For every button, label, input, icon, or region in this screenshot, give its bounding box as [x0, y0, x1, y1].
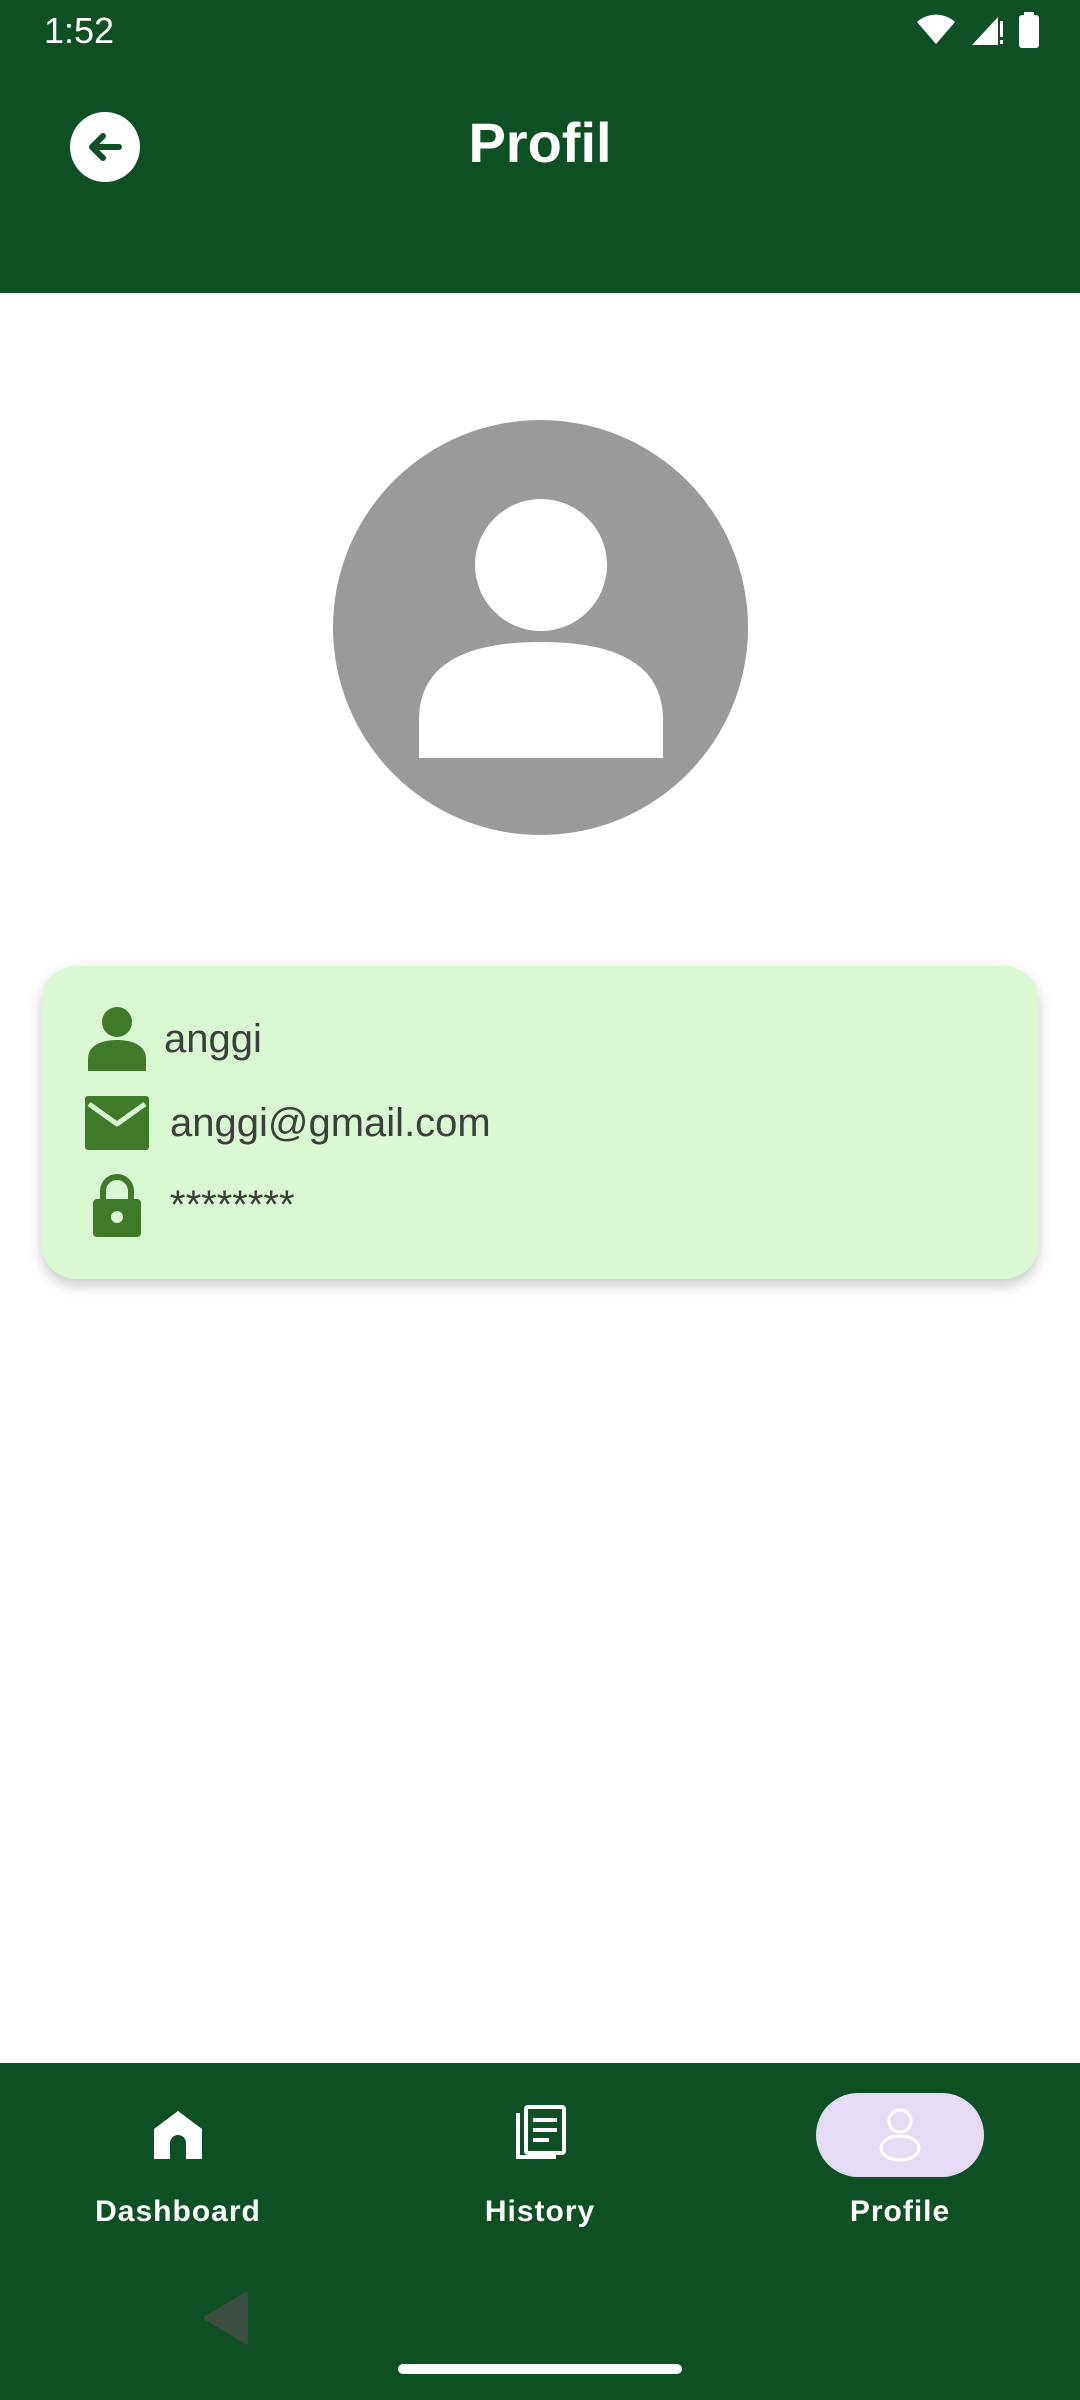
- avatar[interactable]: [333, 420, 748, 835]
- profile-icon: [879, 2108, 921, 2162]
- nav-active-indicator: [816, 2093, 984, 2177]
- battery-icon: [1019, 12, 1039, 48]
- home-icon: [154, 2111, 202, 2159]
- email-text: anggi@gmail.com: [170, 1100, 491, 1145]
- system-home-handle[interactable]: [398, 2364, 682, 2374]
- lock-icon: [93, 1174, 141, 1237]
- password-text: ********: [170, 1182, 295, 1227]
- status-time: 1:52: [44, 10, 115, 51]
- app-header: 1:52 Profil: [0, 0, 1080, 293]
- nav-dashboard-label: Dashboard: [95, 2195, 261, 2228]
- profile-screen: 1:52 Profil anggi anggi@gmail.com ******…: [0, 0, 1080, 2400]
- nav-dashboard[interactable]: Dashboard: [28, 2093, 328, 2229]
- profile-info-card: anggi anggi@gmail.com ********: [42, 966, 1038, 1279]
- username-row: anggi: [82, 1004, 262, 1074]
- nav-history-label: History: [484, 2195, 596, 2228]
- history-icon: [516, 2105, 566, 2159]
- password-row: ********: [82, 1170, 295, 1240]
- nav-history[interactable]: History: [390, 2093, 690, 2229]
- nav-profile[interactable]: Profile: [750, 2093, 1050, 2229]
- page-title: Profil: [468, 111, 612, 174]
- wifi-icon: [917, 14, 955, 44]
- bottom-navigation: Dashboard History Profile: [0, 2063, 1080, 2400]
- person-icon: [88, 1007, 146, 1071]
- system-back-icon[interactable]: [200, 2290, 250, 2346]
- mail-icon: [85, 1096, 149, 1150]
- username-text: anggi: [164, 1016, 262, 1061]
- status-icons: [916, 12, 1040, 48]
- email-row: anggi@gmail.com: [82, 1088, 491, 1158]
- signal-icon: [972, 17, 1003, 45]
- nav-profile-label: Profile: [849, 2195, 951, 2228]
